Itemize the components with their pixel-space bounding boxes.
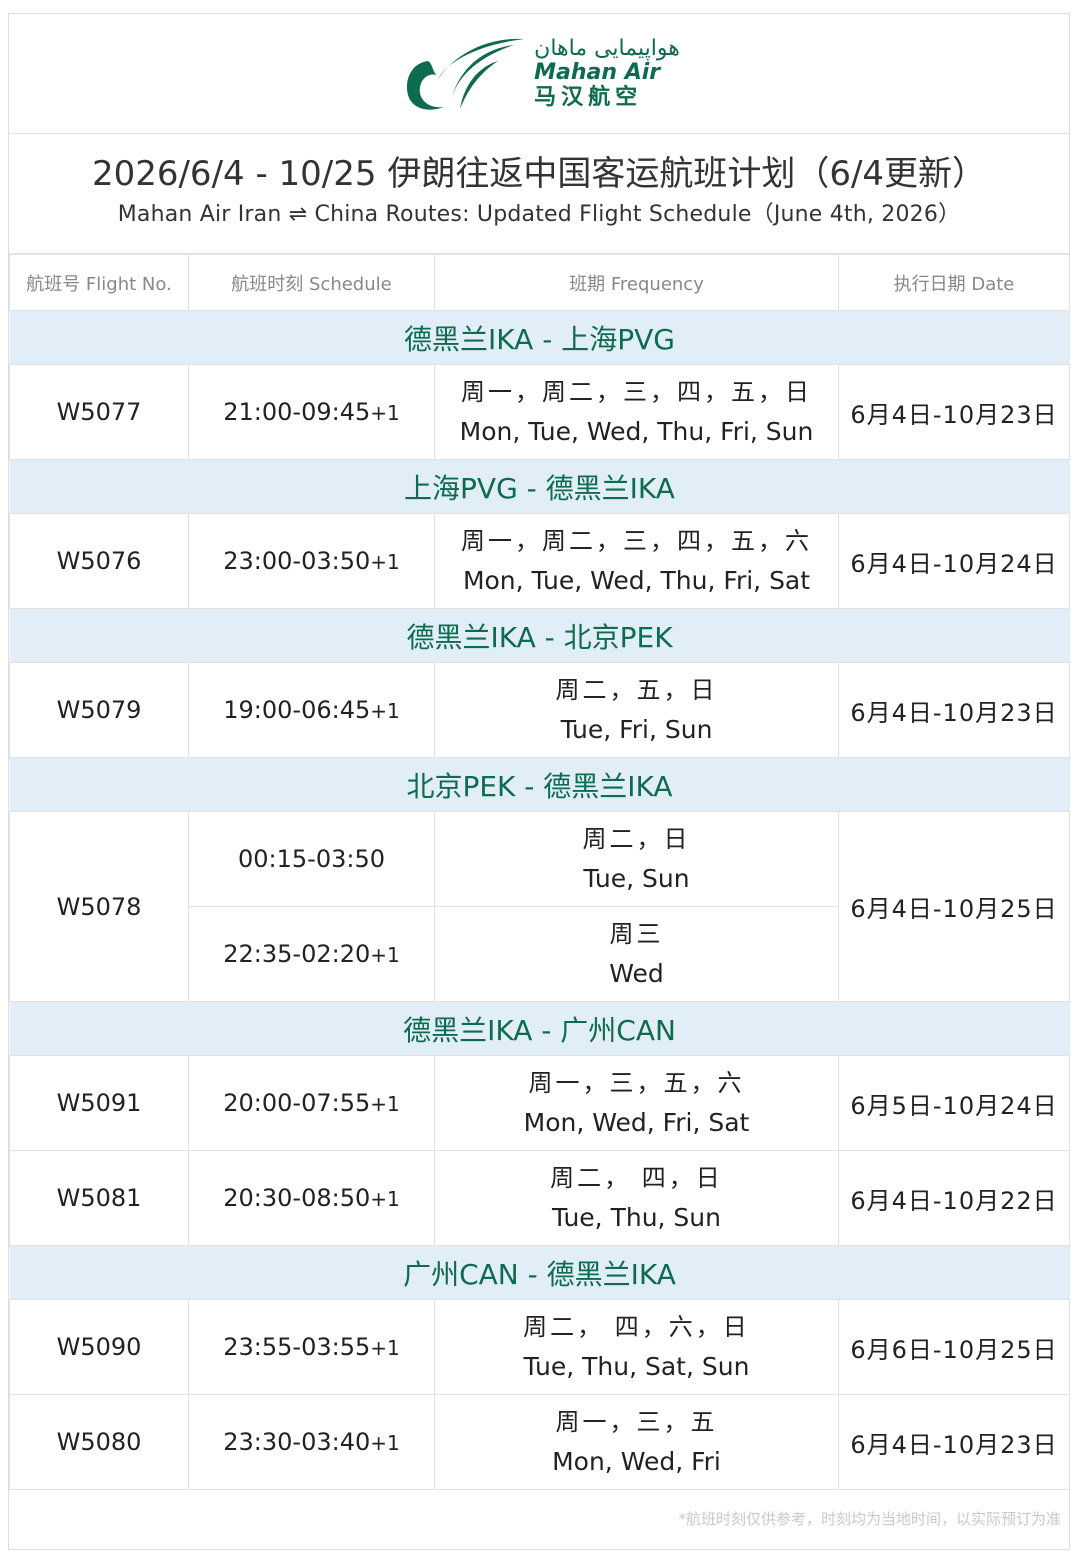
flight-frequency: 周一，周二，三，四，五，六 Mon, Tue, Wed, Thu, Fri, Sa… — [434, 513, 839, 609]
flight-number: W5081 — [9, 1150, 189, 1246]
route-row: 德黑兰IKA - 上海PVG — [9, 310, 1070, 365]
route-name: 德黑兰IKA - 北京PEK — [9, 608, 1070, 663]
logo-chinese-text: 马汉航空 — [534, 85, 643, 110]
flight-number: W5078 — [9, 811, 189, 1002]
flight-schedule: 23:30-03:40+1 — [188, 1394, 435, 1490]
flight-schedule: 21:00-09:45+1 — [188, 364, 435, 460]
flight-date: 6月4日-10月25日 — [838, 811, 1070, 1002]
table-row: W5077 21:00-09:45+1 周一，周二，三，四，五，日 Mon, Tu… — [9, 364, 1070, 460]
flight-schedule: 00:15-03:50 — [188, 811, 435, 907]
flight-schedule: 20:00-07:55+1 — [188, 1055, 435, 1151]
footer-note: *航班时刻仅供参考，时刻均为当地时间，以实际预订为准 — [678, 1510, 1061, 1528]
table-row: W5091 20:00-07:55+1 周一，三，五，六 Mon, Wed, Fr… — [9, 1055, 1070, 1151]
flight-frequency: 周一，三，五 Mon, Wed, Fri — [434, 1394, 839, 1490]
flight-schedule: 22:35-02:20+1 — [188, 906, 435, 1002]
table-row: W5090 23:55-03:55+1 周二， 四，六，日 Tue, Thu, S… — [9, 1299, 1070, 1395]
logo-english-text: Mahan Air — [534, 60, 661, 85]
flight-schedule: 20:30-08:50+1 — [188, 1150, 435, 1246]
flight-frequency: 周三 Wed — [434, 906, 839, 1002]
page-subtitle: Mahan Air Iran ⇌ China Routes: Updated F… — [117, 202, 961, 227]
table-row: W5078 00:15-03:50 周二，日 Tue, Sun 6月4日-10月2… — [9, 811, 1070, 1002]
header-flight-no: 航班号 Flight No. — [9, 254, 189, 311]
flight-number: W5076 — [9, 513, 189, 609]
flight-schedule: 19:00-06:45+1 — [188, 662, 435, 758]
table-row: W5080 23:30-03:40+1 周一，三，五 Mon, Wed, Fri … — [9, 1394, 1070, 1490]
header-schedule: 航班时刻 Schedule — [188, 254, 435, 311]
mahan-leaf-icon — [407, 38, 525, 110]
title-area: 2026/6/4 - 10/25 伊朗往返中国客运航班计划（6/4更新） Mah… — [9, 134, 1069, 254]
flight-number: W5091 — [9, 1055, 189, 1151]
flight-date: 6月4日-10月22日 — [838, 1150, 1070, 1246]
flight-frequency: 周一，周二，三，四，五，日 Mon, Tue, Wed, Thu, Fri, Su… — [434, 364, 839, 460]
flight-date: 6月6日-10月25日 — [838, 1299, 1070, 1395]
route-row: 上海PVG - 德黑兰IKA — [9, 459, 1070, 514]
flight-schedule: 23:00-03:50+1 — [188, 513, 435, 609]
flight-number: W5079 — [9, 662, 189, 758]
route-name: 上海PVG - 德黑兰IKA — [9, 459, 1070, 514]
schedule-table: 航班号 Flight No. 航班时刻 Schedule 班期 Frequenc… — [9, 254, 1070, 1490]
flight-schedule: 23:55-03:55+1 — [188, 1299, 435, 1395]
route-row: 广州CAN - 德黑兰IKA — [9, 1245, 1070, 1300]
page-title: 2026/6/4 - 10/25 伊朗往返中国客运航班计划（6/4更新） — [91, 154, 987, 194]
header-frequency: 班期 Frequency — [434, 254, 839, 311]
route-name: 广州CAN - 德黑兰IKA — [9, 1245, 1070, 1300]
flight-frequency: 周二， 四，六，日 Tue, Thu, Sat, Sun — [434, 1299, 839, 1395]
flight-frequency: 周二，日 Tue, Sun — [434, 811, 839, 907]
schedule-card: هواپیمایی ماهان Mahan Air 马汉航空 2026/6/4 … — [8, 13, 1070, 1550]
flight-frequency: 周一，三，五，六 Mon, Wed, Fri, Sat — [434, 1055, 839, 1151]
mahan-air-logo: هواپیمایی ماهان Mahan Air 马汉航空 — [398, 33, 680, 115]
flight-date: 6月4日-10月24日 — [838, 513, 1070, 609]
route-row: 德黑兰IKA - 北京PEK — [9, 608, 1070, 663]
route-name: 德黑兰IKA - 上海PVG — [9, 310, 1070, 365]
table-row: W5081 20:30-08:50+1 周二， 四，日 Tue, Thu, Sun… — [9, 1150, 1070, 1246]
flight-frequency: 周二， 四，日 Tue, Thu, Sun — [434, 1150, 839, 1246]
route-row: 北京PEK - 德黑兰IKA — [9, 757, 1070, 812]
header-date: 执行日期 Date — [838, 254, 1070, 311]
flight-date: 6月4日-10月23日 — [838, 662, 1070, 758]
flight-date: 6月4日-10月23日 — [838, 1394, 1070, 1490]
table-row: W5076 23:00-03:50+1 周一，周二，三，四，五，六 Mon, Tu… — [9, 513, 1070, 609]
table-row: W5079 19:00-06:45+1 周二，五，日 Tue, Fri, Sun … — [9, 662, 1070, 758]
flight-number: W5080 — [9, 1394, 189, 1490]
logo-persian-text: هواپیمایی ماهان — [534, 36, 680, 61]
logo-area: هواپیمایی ماهان Mahan Air 马汉航空 — [9, 14, 1069, 134]
table-header-row: 航班号 Flight No. 航班时刻 Schedule 班期 Frequenc… — [9, 254, 1070, 311]
flight-date: 6月5日-10月24日 — [838, 1055, 1070, 1151]
route-row: 德黑兰IKA - 广州CAN — [9, 1001, 1070, 1056]
route-name: 德黑兰IKA - 广州CAN — [9, 1001, 1070, 1056]
flight-frequency: 周二，五，日 Tue, Fri, Sun — [434, 662, 839, 758]
flight-number: W5077 — [9, 364, 189, 460]
flight-number: W5090 — [9, 1299, 189, 1395]
route-name: 北京PEK - 德黑兰IKA — [9, 757, 1070, 812]
flight-date: 6月4日-10月23日 — [838, 364, 1070, 460]
